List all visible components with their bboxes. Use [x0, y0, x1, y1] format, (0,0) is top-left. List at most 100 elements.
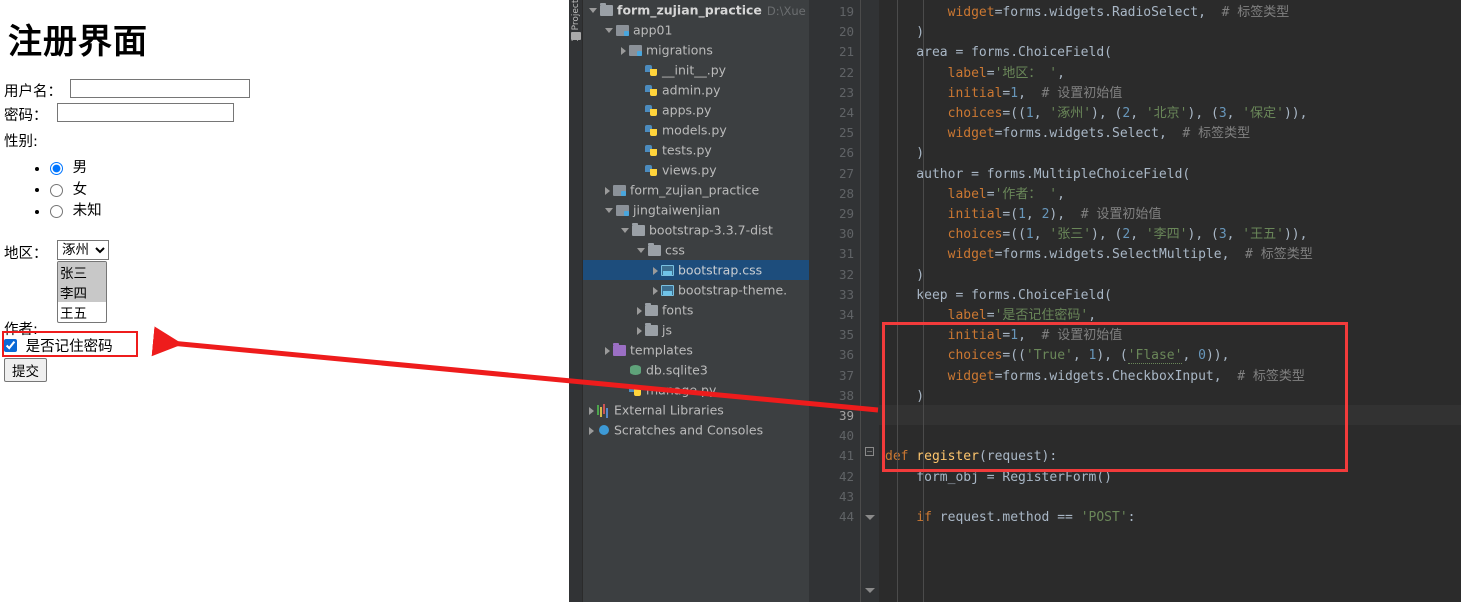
keep-password-checkbox[interactable] [4, 339, 17, 352]
code-token: 2 [1122, 106, 1131, 121]
tree-node-apps.py[interactable]: apps.py [583, 100, 809, 120]
tree-node-jingtaiwenjian[interactable]: jingtaiwenjian [583, 200, 809, 220]
chevron-right-icon[interactable] [637, 326, 642, 335]
tree-node-db.sqlite3[interactable]: db.sqlite3 [583, 360, 809, 380]
chevron-right-icon[interactable] [621, 46, 626, 55]
tree-node-css[interactable]: css [583, 240, 809, 260]
tree-node-js[interactable]: js [583, 320, 809, 340]
code-line[interactable]: initial=1, # 设置初始值 [885, 85, 1123, 101]
tree-node-migrations[interactable]: migrations [583, 40, 809, 60]
code-line[interactable]: ) [885, 390, 924, 403]
tree-node-label: External Libraries [614, 402, 724, 418]
chevron-down-icon[interactable] [605, 208, 613, 213]
code-line[interactable]: initial=1, # 设置初始值 [885, 328, 1123, 344]
author-option[interactable]: 李四 [58, 282, 106, 302]
code-line[interactable]: widget=forms.widgets.RadioSelect, # 标签类型 [885, 6, 1290, 19]
chevron-down-icon[interactable] [589, 8, 597, 13]
gender-radio-unknown[interactable] [50, 205, 63, 218]
tree-node-views.py[interactable]: views.py [583, 160, 809, 180]
code-line[interactable]: ) [885, 147, 924, 160]
chevron-right-icon[interactable] [589, 426, 594, 435]
code-line[interactable]: ) [885, 26, 924, 39]
tree-node-app01[interactable]: app01 [583, 20, 809, 40]
chevron-right-icon[interactable] [653, 266, 658, 275]
tree-node-label: apps.py [662, 102, 712, 118]
code-token: , [1018, 85, 1026, 101]
area-select[interactable]: 涿州北京保定 [57, 240, 109, 260]
code-line[interactable]: choices=(('True', 1), ('Flase', 0)), [885, 348, 1229, 365]
tree-node-label: migrations [646, 42, 713, 58]
password-input[interactable] [57, 103, 234, 122]
gender-radio-unknown-label: 未知 [72, 203, 102, 219]
tree-node-manage.py[interactable]: manage.py [583, 380, 809, 400]
tree-node-bootstrap.css[interactable]: bootstrap.css [583, 260, 809, 280]
code-line[interactable]: choices=((1, '涿州'), (2, '北京'), (3, '保定')… [885, 106, 1308, 121]
chevron-right-icon[interactable] [605, 186, 610, 195]
tree-node-admin.py[interactable]: admin.py [583, 80, 809, 100]
code-line[interactable]: initial=(1, 2), # 设置初始值 [885, 207, 1162, 222]
code-token: if [916, 510, 932, 525]
code-editor[interactable]: 19 20 21 22 23 24 25 26 27 28 29 30 31 32 33 34 35 36 37 38… [809, 0, 1461, 602]
code-line[interactable]: widget=forms.widgets.CheckboxInput, # 标签… [885, 370, 1305, 383]
author-option[interactable]: 张三 [58, 262, 106, 282]
gender-radio-male[interactable] [50, 162, 63, 175]
code-fold-column[interactable]: − [861, 0, 879, 602]
py-icon [629, 385, 642, 396]
code-line[interactable]: def register(request): [885, 450, 1057, 463]
line-number: 26 [838, 145, 854, 161]
code-token: keep = forms.ChoiceField( [885, 287, 1112, 303]
tree-node-__init__.py[interactable]: __init__.py [583, 60, 809, 80]
folder-icon [645, 303, 658, 316]
chevron-right-icon[interactable] [653, 286, 658, 295]
code-line[interactable]: label='是否记住密码', [885, 309, 1096, 322]
chevron-down-icon[interactable] [637, 248, 645, 253]
code-fold-collapse-icon[interactable]: − [865, 447, 874, 456]
tree-node-label: css [665, 242, 685, 258]
chevron-right-icon[interactable] [637, 306, 642, 315]
code-line[interactable]: choices=((1, '张三'), (2, '李四'), (3, '王五')… [885, 228, 1308, 241]
chevron-down-icon[interactable] [621, 228, 629, 233]
code-token: label [947, 65, 987, 81]
code-line[interactable]: keep = forms.ChoiceField( [885, 289, 1112, 302]
code-token: # 设置初始值 [1025, 328, 1123, 344]
tree-node-label: bootstrap.css [678, 262, 763, 278]
line-number: 25 [838, 125, 854, 141]
tree-node-bootstrap-theme.[interactable]: bootstrap-theme. [583, 280, 809, 300]
tree-node-fonts[interactable]: fonts [583, 300, 809, 320]
author-multiselect[interactable]: 张三李四王五 [57, 261, 107, 323]
chevron-right-icon[interactable] [605, 346, 610, 355]
code-line[interactable]: ) [885, 269, 924, 282]
chevron-right-icon[interactable] [589, 406, 594, 415]
code-text-area[interactable]: widget=forms.widgets.RadioSelect, # 标签类型… [879, 0, 1461, 602]
project-tree-panel[interactable]: form_zujian_practice D:\Xue app01 migration… [583, 0, 809, 602]
gender-radio-female[interactable] [50, 183, 63, 197]
submit-button[interactable]: 提交 [4, 358, 47, 382]
code-line[interactable]: author = forms.MultipleChoiceField( [885, 168, 1190, 181]
code-token: choices [947, 106, 1003, 121]
tool-window-strip: 1: Project [569, 0, 583, 602]
tree-node-models.py[interactable]: models.py [583, 120, 809, 140]
code-fold-arrow-icon[interactable] [865, 588, 875, 593]
tree-node-scratchesandconsoles[interactable]: Scratches and Consoles [583, 420, 809, 440]
chevron-down-icon[interactable] [605, 28, 613, 33]
tree-node-externallibraries[interactable]: External Libraries [583, 400, 809, 420]
gender-radio-list: 男 女 未知 [28, 158, 102, 223]
tree-node-form_zujian_practice[interactable]: form_zujian_practice [583, 180, 809, 200]
code-token: # 设置初始值 [1065, 207, 1162, 222]
code-line[interactable]: label='地区： ', [885, 67, 1065, 80]
author-option[interactable]: 王五 [58, 302, 106, 322]
code-line[interactable]: widget=forms.widgets.Select, # 标签类型 [885, 127, 1250, 140]
code-line[interactable]: widget=forms.widgets.SelectMultiple, # 标… [885, 248, 1313, 261]
code-line[interactable]: area = forms.ChoiceField( [885, 46, 1112, 59]
tree-node-form_zujian_practice[interactable]: form_zujian_practice D:\Xue [583, 0, 809, 20]
scratch-icon [597, 425, 610, 436]
folder-icon[interactable] [571, 32, 581, 40]
code-fold-arrow-icon[interactable] [865, 515, 875, 520]
username-input[interactable] [70, 79, 250, 98]
tree-node-bootstrap-3.3.7-dist[interactable]: bootstrap-3.3.7-dist [583, 220, 809, 240]
tree-node-templates[interactable]: templates [583, 340, 809, 360]
screenshot-root: 注册界面 用户名： 密码： 性别: 男 女 未知 地区： 涿州北京保定 张三李四… [0, 0, 1461, 602]
tree-node-tests.py[interactable]: tests.py [583, 140, 809, 160]
code-line[interactable]: label='作者： ', [885, 188, 1065, 201]
code-line[interactable]: form_obj = RegisterForm() [885, 471, 1112, 484]
